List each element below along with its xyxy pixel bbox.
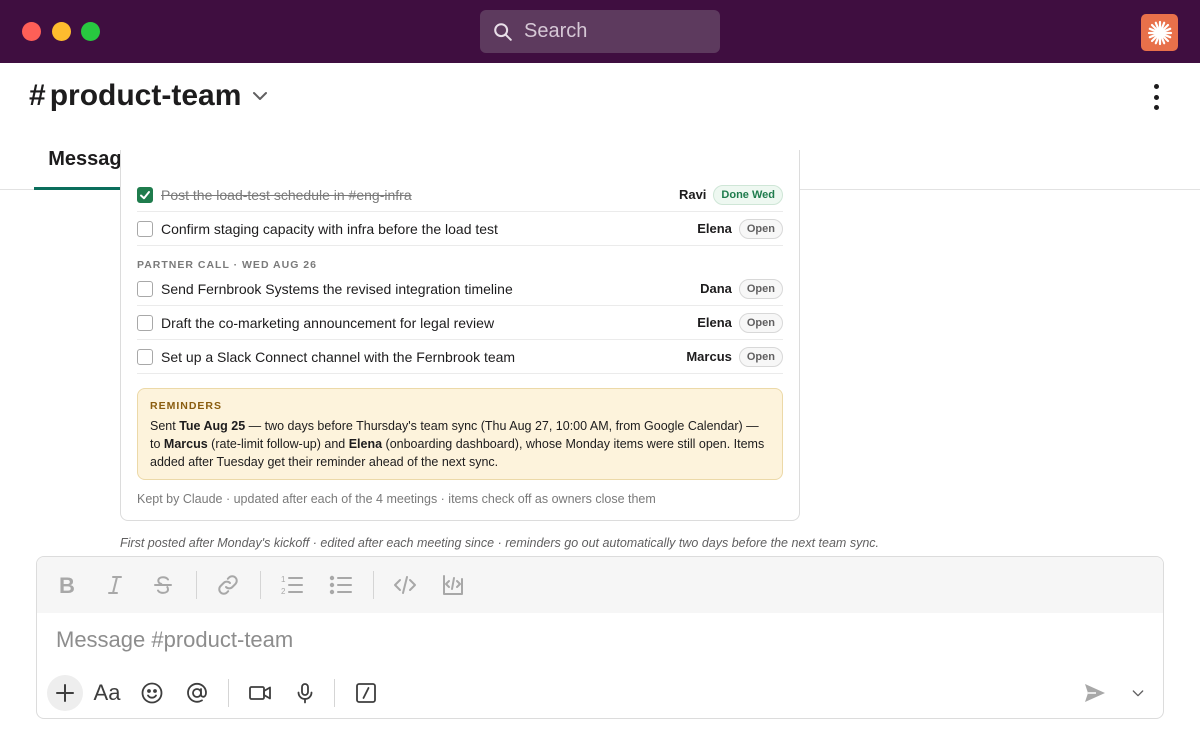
- bold-icon: B: [59, 573, 75, 597]
- task-checkbox[interactable]: [137, 280, 153, 297]
- section-label: PARTNER CALL · WED AUG 26: [137, 259, 317, 271]
- task-checkbox[interactable]: [137, 186, 153, 203]
- emoji-icon: [141, 682, 163, 704]
- task-row: Send Fernbrook Systems the revised integ…: [137, 272, 783, 306]
- attach-button[interactable]: [47, 675, 83, 711]
- task-checkbox[interactable]: [137, 220, 153, 237]
- reminders-label: REMINDERS: [150, 400, 223, 412]
- audio-clip-button[interactable]: [287, 675, 323, 711]
- code-icon: [394, 576, 416, 594]
- close-window-button[interactable]: [22, 22, 41, 41]
- task-text: Confirm staging capacity with infra befo…: [161, 220, 498, 237]
- starburst-icon: [1147, 20, 1172, 45]
- task-text: Send Fernbrook Systems the revised integ…: [161, 280, 513, 297]
- task-owner[interactable]: Marcus: [686, 349, 732, 364]
- zoom-window-button[interactable]: [81, 22, 100, 41]
- numbered-list-icon: 12: [281, 575, 303, 596]
- formatting-toggle-button[interactable]: Aa: [89, 675, 125, 711]
- chevron-down-icon: [1132, 690, 1144, 697]
- toolbar-divider: [196, 571, 197, 599]
- task-text: Set up a Slack Connect channel with the …: [161, 348, 516, 365]
- video-clip-button[interactable]: [242, 675, 278, 711]
- reminders-text: Sent Tue Aug 25 — two days before Thursd…: [150, 419, 765, 469]
- numbered-list-button[interactable]: 12: [275, 569, 309, 601]
- send-options-button[interactable]: [1120, 675, 1156, 711]
- message-composer: B 12 Message #product-team Aa: [36, 556, 1164, 719]
- checkmark-icon: [140, 190, 150, 199]
- toolbar-divider: [260, 571, 261, 599]
- status-badge: Open: [738, 346, 783, 367]
- search-icon: [494, 22, 512, 41]
- channel-hash: #: [29, 79, 46, 112]
- mention-button[interactable]: [179, 675, 215, 711]
- task-owner[interactable]: Ravi: [679, 187, 706, 202]
- task-owner[interactable]: Dana: [700, 281, 732, 296]
- svg-text:1: 1: [281, 575, 286, 584]
- task-row: Post the load-test schedule in #eng-infr…: [137, 178, 783, 212]
- strikethrough-button[interactable]: [146, 569, 180, 601]
- video-camera-icon: [249, 686, 271, 700]
- task-row: Confirm staging capacity with infra befo…: [137, 212, 783, 246]
- task-row: Set up a Slack Connect channel with the …: [137, 340, 783, 374]
- italic-button[interactable]: [98, 569, 132, 601]
- task-text: Draft the co-marketing announcement for …: [161, 314, 495, 331]
- task-owner[interactable]: Elena: [697, 315, 732, 330]
- task-text: Post the load-test schedule in #eng-infr…: [161, 186, 412, 203]
- svg-text:B: B: [59, 573, 75, 597]
- task-checkbox[interactable]: [137, 314, 153, 331]
- post-note: First posted after Monday's kickoff · ed…: [120, 536, 879, 550]
- code-block-icon: [443, 575, 463, 595]
- code-button[interactable]: [388, 569, 422, 601]
- link-button[interactable]: [211, 569, 245, 601]
- link-icon: [218, 575, 238, 595]
- italic-icon: [108, 576, 122, 594]
- text-format-icon: Aa: [93, 680, 121, 705]
- plus-icon: [56, 684, 74, 702]
- channel-title[interactable]: # product-team: [29, 79, 269, 113]
- slash-command-button[interactable]: [348, 675, 384, 711]
- code-block-button[interactable]: [436, 569, 470, 601]
- bulleted-list-icon: [329, 575, 352, 595]
- workspace-logo[interactable]: [1141, 14, 1178, 51]
- task-list-card: Post the load-test schedule in #eng-infr…: [120, 150, 800, 521]
- search-placeholder: Search: [524, 20, 588, 42]
- status-badge: Open: [738, 218, 783, 239]
- status-badge: Done Wed: [713, 184, 783, 205]
- message-input[interactable]: Message #product-team: [56, 627, 293, 653]
- toolbar-divider: [334, 679, 335, 707]
- status-badge: Open: [738, 312, 783, 333]
- send-icon: [1085, 684, 1105, 702]
- formatting-toolbar: B 12: [37, 557, 1163, 613]
- minimize-window-button[interactable]: [52, 22, 71, 41]
- status-badge: Open: [738, 278, 783, 299]
- svg-text:2: 2: [281, 587, 286, 596]
- window-titlebar: Search: [0, 0, 1200, 63]
- slash-command-icon: [356, 683, 376, 703]
- bold-button[interactable]: B: [50, 569, 84, 601]
- channel-name: product-team: [49, 79, 242, 112]
- reminders-box: REMINDERS Sent Tue Aug 25 — two days bef…: [137, 388, 783, 480]
- search-bar[interactable]: Search: [480, 10, 720, 53]
- emoji-button[interactable]: [134, 675, 170, 711]
- task-row: Draft the co-marketing announcement for …: [137, 306, 783, 340]
- at-sign-icon: [187, 682, 207, 703]
- toolbar-divider: [373, 571, 374, 599]
- card-footer: Kept by Claude · updated after each of t…: [137, 492, 656, 506]
- more-options-icon[interactable]: [1145, 81, 1167, 113]
- microphone-icon: [297, 683, 313, 704]
- send-button[interactable]: [1077, 675, 1113, 711]
- chevron-down-icon[interactable]: [251, 87, 269, 105]
- strikethrough-icon: [154, 576, 172, 594]
- bulleted-list-button[interactable]: [324, 569, 358, 601]
- task-checkbox[interactable]: [137, 348, 153, 365]
- task-owner[interactable]: Elena: [697, 221, 732, 236]
- toolbar-divider: [228, 679, 229, 707]
